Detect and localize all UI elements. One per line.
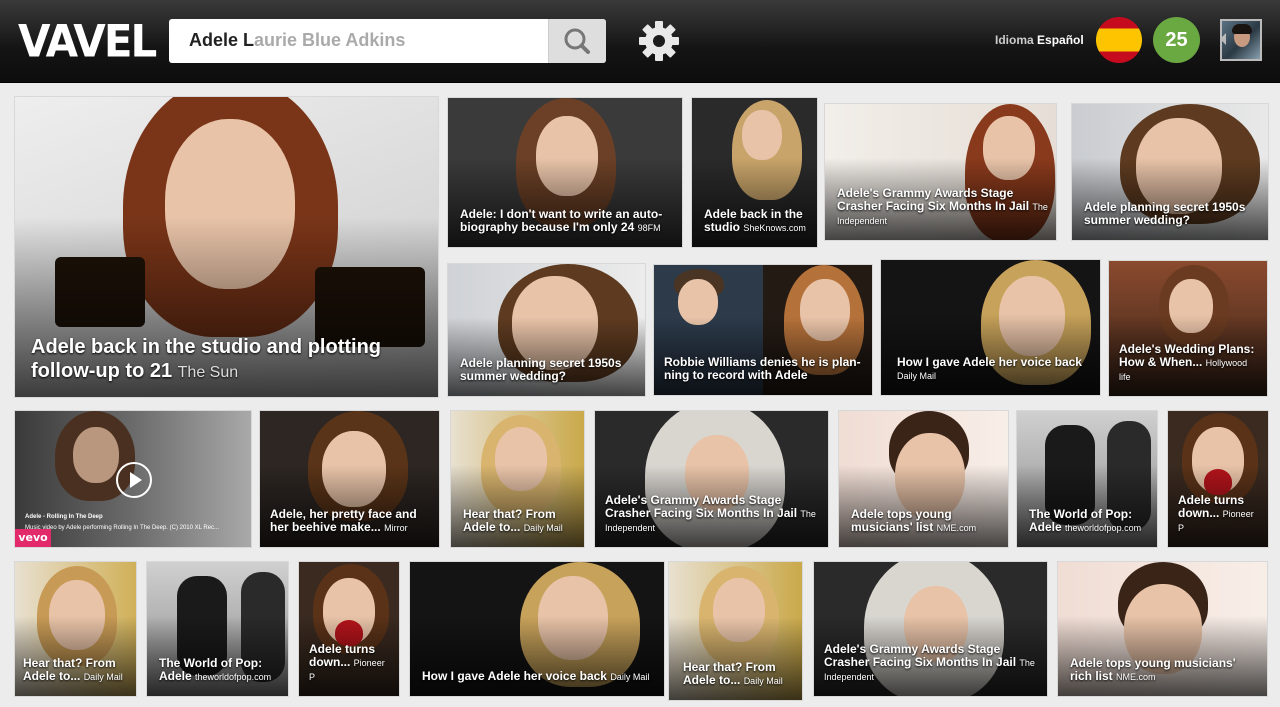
tile-source: Daily Mail (897, 371, 937, 381)
news-tile[interactable]: Robbie Williams denies he is plan-ning t… (653, 264, 873, 396)
tile-source: Daily Mail (83, 672, 123, 682)
search-autocomplete-hint: aurie Blue Adkins (254, 30, 406, 50)
tile-title: How I gave Adele her voice back (897, 355, 1082, 369)
news-tile[interactable]: Hear that? From Adele to... Daily Mail (450, 410, 585, 548)
news-tile[interactable]: Adele, her pretty face and her beehive m… (259, 410, 440, 548)
language-selector[interactable]: Idioma Español (995, 33, 1084, 47)
play-icon[interactable] (116, 462, 152, 498)
tile-source: theworldofpop.com (1065, 523, 1142, 533)
news-tile[interactable]: The World of Pop: Adele theworldofpop.co… (146, 561, 289, 697)
tile-caption: Adele: I don't want to write an auto-bio… (460, 208, 674, 235)
tile-caption: Adele back in the studio and plotting fo… (31, 335, 430, 385)
tile-caption: Hear that? From Adele to... Daily Mail (463, 508, 576, 535)
tile-face (73, 427, 119, 483)
search-icon (564, 28, 590, 54)
site-logo[interactable]: VAVEL (18, 16, 157, 67)
search-typed-text: Adele L (189, 30, 255, 50)
news-tile[interactable]: Adele's Wedding Plans: How & When... Hol… (1108, 260, 1268, 397)
tile-caption: Adele planning secret 1950s summer weddi… (460, 357, 637, 384)
news-tile[interactable]: Adele's Grammy Awards Stage Crasher Faci… (813, 561, 1048, 697)
video-title: Adele - Rolling In The Deep (25, 514, 103, 520)
news-tile[interactable]: Adele planning secret 1950s summer weddi… (1071, 103, 1269, 241)
language-label: Idioma (995, 33, 1034, 47)
news-tile[interactable]: Adele tops young musicians' rich list NM… (1057, 561, 1268, 697)
tile-caption: Adele tops young musicians' rich list NM… (1070, 657, 1259, 684)
tile-face (742, 110, 782, 160)
news-tile[interactable]: Adele back in the studio SheKnows.com (691, 97, 818, 248)
avatar-hair (1232, 24, 1252, 34)
news-tile[interactable]: Adele back in the studio and plotting fo… (14, 96, 439, 398)
tile-caption: The World of Pop: Adele theworldofpop.co… (159, 657, 280, 684)
vevo-logo: vevo (15, 529, 51, 547)
tile-source: NME.com (936, 523, 977, 533)
tile-caption: How I gave Adele her voice back Daily Mai… (897, 356, 1092, 383)
news-tile[interactable]: Adele planning secret 1950s summer weddi… (447, 263, 646, 397)
search-button[interactable] (548, 19, 606, 63)
tile-source: Daily Mail (743, 676, 783, 686)
tile-title: Adele planning secret 1950s summer weddi… (460, 356, 622, 383)
notification-count-badge[interactable]: 25 (1153, 17, 1200, 63)
tile-caption: Adele turns down... Pioneer P (1178, 494, 1260, 535)
search-input[interactable]: Adele Laurie Blue Adkins (189, 30, 405, 51)
news-tile[interactable]: Hear that? From Adele to... Daily Mail (668, 561, 803, 701)
tile-caption: Hear that? From Adele to... Daily Mail (23, 657, 128, 684)
tile-caption: How I gave Adele her voice back Daily Ma… (422, 670, 656, 684)
tile-caption: Adele's Wedding Plans: How & When... Hol… (1119, 343, 1259, 384)
tile-caption: The World of Pop: Adele theworldofpop.co… (1029, 508, 1149, 535)
news-tile[interactable]: Adele turns down... Pioneer P (1167, 410, 1269, 548)
tile-caption: Adele's Grammy Awards Stage Crasher Faci… (605, 494, 820, 535)
news-tile[interactable]: Hear that? From Adele to... Daily Mail (14, 561, 137, 697)
search-box[interactable]: Adele Laurie Blue Adkins (169, 19, 606, 63)
tile-caption: Hear that? From Adele to... Daily Mail (683, 661, 794, 688)
tile-title: Adele: I don't want to write an auto-bio… (460, 207, 663, 234)
tile-source: Mirror (384, 523, 408, 533)
tile-title: Adele's Grammy Awards Stage Crasher Faci… (605, 493, 798, 520)
tile-caption: Adele tops young musicians' list NME.com (851, 508, 1000, 535)
tile-caption: Adele planning secret 1950s summer weddi… (1084, 201, 1260, 228)
tile-title: Adele's Grammy Awards Stage Crasher Faci… (837, 186, 1030, 213)
tile-caption: Adele's Grammy Awards Stage Crasher Faci… (837, 187, 1048, 228)
tile-source: Daily Mail (523, 523, 563, 533)
tile-title: Adele planning secret 1950s summer weddi… (1084, 200, 1246, 227)
video-info: Adele - Rolling In The Deep Music video b… (25, 514, 247, 531)
tile-caption: Adele's Grammy Awards Stage Crasher Faci… (824, 643, 1039, 684)
tile-source: theworldofpop.com (195, 672, 272, 682)
tile-title: Adele's Grammy Awards Stage Crasher Faci… (824, 642, 1017, 669)
news-tile[interactable]: The World of Pop: Adele theworldofpop.co… (1016, 410, 1158, 548)
user-avatar[interactable] (1220, 19, 1262, 61)
tile-caption: Adele, her pretty face and her beehive m… (270, 508, 431, 535)
news-tile[interactable]: Adele's Grammy Awards Stage Crasher Faci… (824, 103, 1057, 241)
video-tile[interactable]: Adele - Rolling In The Deep Music video b… (14, 410, 252, 548)
language-value: Español (1037, 33, 1084, 47)
news-tile[interactable]: Adele tops young musicians' list NME.com (838, 410, 1009, 548)
tile-caption: Robbie Williams denies he is plan-ning t… (664, 356, 864, 383)
tile-source: 98FM (637, 223, 661, 233)
tile-title: Robbie Williams denies he is plan-ning t… (664, 355, 861, 382)
video-description: Music video by Adele performing Rolling … (25, 525, 220, 531)
news-tile[interactable]: How I gave Adele her voice back Daily Ma… (409, 561, 665, 697)
tile-source: Daily Mail (610, 672, 650, 682)
tile-caption: Adele back in the studio SheKnows.com (704, 208, 809, 235)
news-tile[interactable]: Adele: I don't want to write an auto-bio… (447, 97, 683, 248)
tile-source: The Sun (177, 364, 239, 381)
tile-title: How I gave Adele her voice back (422, 669, 607, 683)
tile-source: NME.com (1116, 672, 1156, 682)
news-tile[interactable]: Adele turns down... Pioneer P (298, 561, 400, 697)
gear-icon[interactable] (636, 18, 682, 64)
spain-flag-icon[interactable] (1096, 17, 1142, 63)
tile-source: SheKnows.com (743, 223, 806, 233)
tile-caption: Adele turns down... Pioneer P (309, 643, 391, 684)
top-bar: VAVEL Adele Laurie Blue Adkins Idioma Es… (0, 0, 1280, 83)
news-tile[interactable]: Adele's Grammy Awards Stage Crasher Faci… (594, 410, 829, 548)
news-tile[interactable]: How I gave Adele her voice back Daily Mai… (880, 259, 1101, 396)
